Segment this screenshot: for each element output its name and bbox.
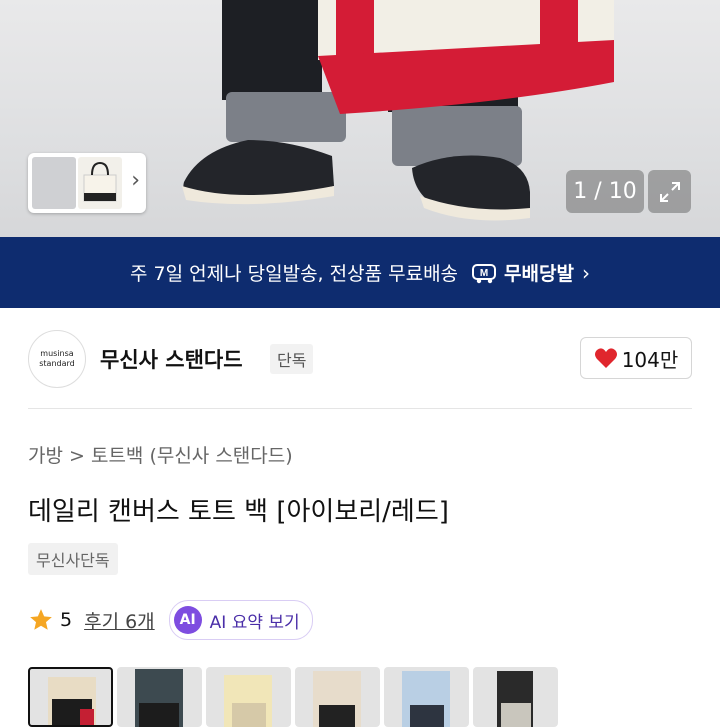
swatch-beige-black[interactable] xyxy=(295,667,380,727)
brand-logo[interactable]: musinsa standard xyxy=(28,330,86,388)
chevron-right-icon[interactable]: › xyxy=(131,168,140,193)
product-title: 데일리 캔버스 토트 백 [아이보리/레드] xyxy=(28,497,449,527)
star-icon xyxy=(30,609,52,630)
color-swatches xyxy=(28,667,720,727)
thumbnail-strip[interactable]: › xyxy=(28,153,146,213)
like-count: 104만 xyxy=(621,347,679,372)
ai-summary-button[interactable]: AI AI 요약 보기 xyxy=(168,600,313,640)
breadcrumb[interactable]: 가방 > 토트백 (무신사 스탠다드) xyxy=(28,441,293,468)
divider xyxy=(28,408,692,409)
shipping-banner[interactable]: 주 7일 언제나 당일발송, 전상품 무료배송 M 무배당발 › xyxy=(0,237,720,308)
exclusive-tag: 무신사단독 xyxy=(28,543,118,575)
expand-icon[interactable] xyxy=(648,170,691,213)
ai-icon: AI xyxy=(173,606,202,634)
rating-row: 5 후기 6개 AI AI 요약 보기 xyxy=(28,600,313,640)
product-image[interactable]: › 1 / 10 xyxy=(0,0,720,237)
rating-score: 5 xyxy=(60,609,73,631)
ai-summary-label: AI 요약 보기 xyxy=(209,612,300,633)
review-link[interactable]: 후기 6개 xyxy=(84,607,155,634)
heart-icon xyxy=(594,348,617,368)
swatch-blue[interactable] xyxy=(384,667,469,727)
thumbnail-model[interactable] xyxy=(32,157,76,209)
delivery-mark-icon: M xyxy=(472,263,497,283)
exclusive-badge: 단독 xyxy=(270,344,314,374)
svg-text:M: M xyxy=(480,268,488,279)
brand-row: musinsa standard 무신사 스탠다드 단독 104만 xyxy=(28,330,692,388)
swatch-black[interactable] xyxy=(117,667,202,727)
brand-name[interactable]: 무신사 스탠다드 xyxy=(100,344,243,374)
thumbnail-bag[interactable] xyxy=(78,157,122,209)
swatch-ivory-red[interactable] xyxy=(28,667,113,727)
swatch-grey[interactable] xyxy=(473,667,558,727)
swatch-ivory-beige[interactable] xyxy=(206,667,291,727)
image-counter: 1 / 10 xyxy=(566,170,644,213)
shipping-text: 주 7일 언제나 당일발송, 전상품 무료배송 xyxy=(130,263,459,285)
chevron-right-icon: › xyxy=(581,260,590,285)
like-button[interactable]: 104만 xyxy=(580,337,692,379)
free-shipping-badge: 무배당발 xyxy=(504,263,574,285)
